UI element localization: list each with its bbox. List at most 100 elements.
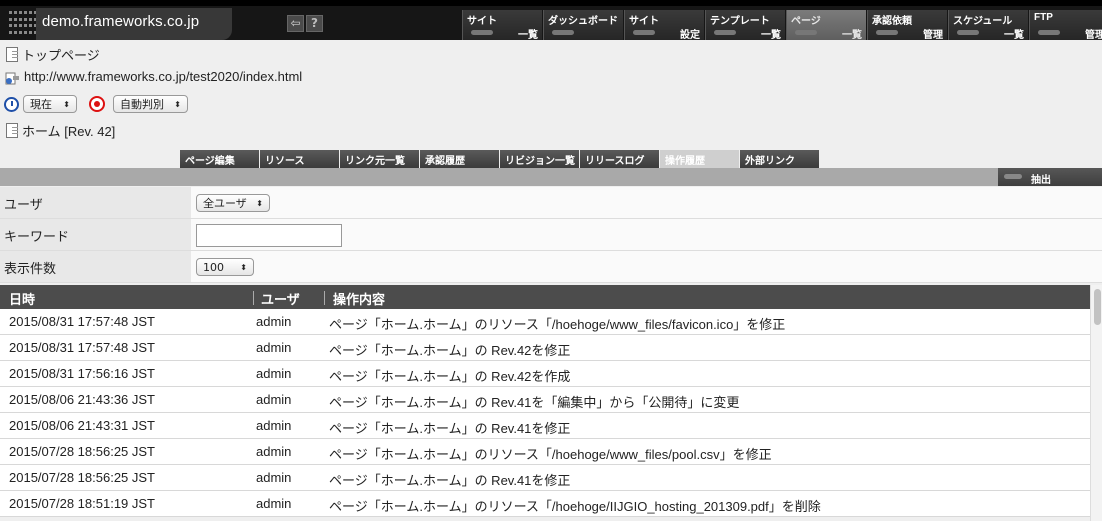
header-operation[interactable]: 操作内容	[333, 289, 385, 308]
tab-label: 操作履歴	[665, 156, 705, 167]
header-datetime[interactable]: 日時	[9, 289, 35, 308]
nav-item-label: サイト	[467, 16, 497, 27]
page-document-icon	[6, 47, 18, 62]
detect-select[interactable]: 自動判別 ⬍	[113, 95, 188, 113]
nav-item-label: サイト	[629, 16, 659, 27]
cell-user: admin	[256, 470, 292, 485]
tab-label: リリースログ	[585, 156, 645, 167]
time-select[interactable]: 現在 ⬍	[23, 95, 77, 113]
user-filter-label: ユーザ	[0, 187, 191, 218]
clock-icon	[4, 96, 19, 112]
cell-user: admin	[256, 392, 292, 407]
cell-user: admin	[256, 314, 292, 329]
nav-item-sublabel: 一覧	[842, 30, 862, 41]
back-icon[interactable]: ⇦	[287, 15, 304, 32]
nav-item-0[interactable]: サイト 一覧	[462, 10, 542, 41]
user-select[interactable]: 全ユーザ ⬍	[196, 194, 270, 212]
tab-3[interactable]: 承認履歴	[420, 150, 499, 168]
tab-label: 承認履歴	[425, 156, 465, 167]
pill-icon	[795, 30, 817, 35]
cell-operation: ページ「ホーム.ホーム」のリソース「/hoehoge/www_files/poo…	[329, 447, 772, 462]
extract-label: 抽出	[1031, 175, 1051, 186]
user-filter-row: ユーザ 全ユーザ ⬍	[0, 187, 1102, 219]
pill-icon	[1038, 30, 1060, 35]
tab-label: ページ編集	[185, 156, 235, 167]
cell-operation: ページ「ホーム.ホーム」のリソース「/hoehoge/www_files/fav…	[329, 317, 786, 332]
nav-item-label: 承認依頼	[872, 16, 912, 27]
cell-operation: ページ「ホーム.ホーム」の Rev.41を修正	[329, 473, 571, 488]
table-row[interactable]: 2015/08/31 17:57:48 JST admin ページ「ホーム.ホーム」…	[0, 309, 1090, 335]
pill-icon	[471, 30, 493, 35]
cell-operation: ページ「ホーム.ホーム」の Rev.41を修正	[329, 421, 571, 436]
nav-item-7[interactable]: FTP 管理	[1029, 10, 1102, 41]
scrollbar[interactable]	[1090, 285, 1102, 521]
nav-item-4[interactable]: ページ一覧	[786, 10, 866, 41]
page-tabs: ページ編集 リソース リンク元一覧 承認履歴 リビジョン一覧 リリースログ 操作履歴 外部リン…	[180, 150, 820, 168]
header-user[interactable]: ユーザ	[261, 289, 300, 308]
chevron-down-icon: ⬍	[240, 262, 247, 272]
table-row[interactable]: 2015/08/31 17:57:48 JST admin ページ「ホーム.ホーム」…	[0, 335, 1090, 361]
nav-item-2[interactable]: サイト 設定	[624, 10, 704, 41]
table-row[interactable]: 2015/07/28 18:56:25 JST admin ページ「ホーム.ホーム」…	[0, 465, 1090, 491]
pill-icon	[714, 30, 736, 35]
page-url[interactable]: http://www.frameworks.co.jp/test2020/ind…	[24, 69, 302, 84]
revision-document-icon	[6, 123, 18, 138]
help-icon[interactable]: ?	[306, 15, 323, 32]
nav-item-label: スケジュール	[953, 16, 1013, 27]
table-header: 日時 ユーザ 操作内容	[0, 285, 1090, 309]
tab-bar-strip	[0, 168, 1102, 186]
cell-datetime: 2015/08/31 17:57:48 JST	[9, 314, 156, 329]
revision-row: ホーム [Rev. 42]	[4, 121, 115, 140]
time-row: 現在 ⬍ 自動判別 ⬍	[4, 95, 188, 113]
cell-datetime: 2015/08/06 21:43:31 JST	[9, 418, 156, 433]
pill-icon	[876, 30, 898, 35]
cell-user: admin	[256, 366, 292, 381]
nav-item-label: ページ	[791, 16, 821, 27]
table-row[interactable]: 2015/08/31 17:56:16 JST admin ページ「ホーム.ホーム」…	[0, 361, 1090, 387]
cell-datetime: 2015/08/06 21:43:36 JST	[9, 392, 156, 407]
link-icon	[4, 70, 20, 84]
tab-7[interactable]: 外部リンク	[740, 150, 819, 168]
tab-4[interactable]: リビジョン一覧	[500, 150, 579, 168]
app-grid-icon[interactable]	[6, 8, 37, 38]
nav-item-label: ダッシュボード	[548, 16, 618, 27]
pill-icon	[957, 30, 979, 35]
keyword-filter-row: キーワード	[0, 219, 1102, 251]
table-body: 2015/08/31 17:57:48 JST admin ページ「ホーム.ホーム」…	[0, 309, 1090, 517]
nav-item-sublabel: 管理	[923, 30, 943, 41]
pill-icon	[552, 30, 574, 35]
scrollbar-thumb[interactable]	[1094, 289, 1101, 325]
tab-5[interactable]: リリースログ	[580, 150, 659, 168]
table-row[interactable]: 2015/07/28 18:56:25 JST admin ページ「ホーム.ホーム」…	[0, 439, 1090, 465]
pill-icon	[1004, 174, 1022, 179]
tab-label: 外部リンク	[745, 156, 795, 167]
keyword-input[interactable]	[196, 224, 342, 247]
main-nav: サイト 一覧 ダッシュボード サイト 設定 テンプレート 一覧 ページ 一覧 承認依頼 管理 スケジュ…	[462, 10, 1102, 44]
table-row[interactable]: 2015/08/06 21:43:36 JST admin ページ「ホーム.ホーム」…	[0, 387, 1090, 413]
cell-operation: ページ「ホーム.ホーム」のリソース「/hoehoge/IIJGIO_hostin…	[329, 499, 821, 514]
count-select[interactable]: 100 ⬍	[196, 258, 254, 276]
cell-datetime: 2015/07/28 18:51:19 JST	[9, 496, 156, 511]
cell-datetime: 2015/07/28 18:56:25 JST	[9, 470, 156, 485]
pill-icon	[633, 30, 655, 35]
count-filter-row: 表示件数 100 ⬍	[0, 251, 1102, 283]
cell-user: admin	[256, 496, 292, 511]
table-row[interactable]: 2015/08/06 21:43:31 JST admin ページ「ホーム.ホーム」…	[0, 413, 1090, 439]
extract-button[interactable]: 抽出	[998, 168, 1102, 186]
nav-item-5[interactable]: 承認依頼 管理	[867, 10, 947, 41]
cell-user: admin	[256, 418, 292, 433]
tab-1[interactable]: リソース	[260, 150, 339, 168]
table-row[interactable]: 2015/07/28 18:51:19 JST admin ページ「ホーム.ホーム」…	[0, 491, 1090, 517]
tab-6[interactable]: 操作履歴	[660, 150, 739, 168]
chevron-down-icon: ⬍	[174, 99, 181, 109]
nav-item-1[interactable]: ダッシュボード	[543, 10, 623, 40]
tab-2[interactable]: リンク元一覧	[340, 150, 419, 168]
tab-0[interactable]: ページ編集	[180, 150, 259, 168]
nav-item-6[interactable]: スケジュール 一覧	[948, 10, 1028, 41]
site-title[interactable]: demo.frameworks.co.jp	[42, 13, 199, 30]
chevron-down-icon: ⬍	[256, 198, 263, 208]
cell-user: admin	[256, 340, 292, 355]
nav-item-label: テンプレート	[710, 16, 770, 27]
revision-label: ホーム [Rev. 42]	[22, 124, 116, 139]
nav-item-3[interactable]: テンプレート 一覧	[705, 10, 785, 41]
